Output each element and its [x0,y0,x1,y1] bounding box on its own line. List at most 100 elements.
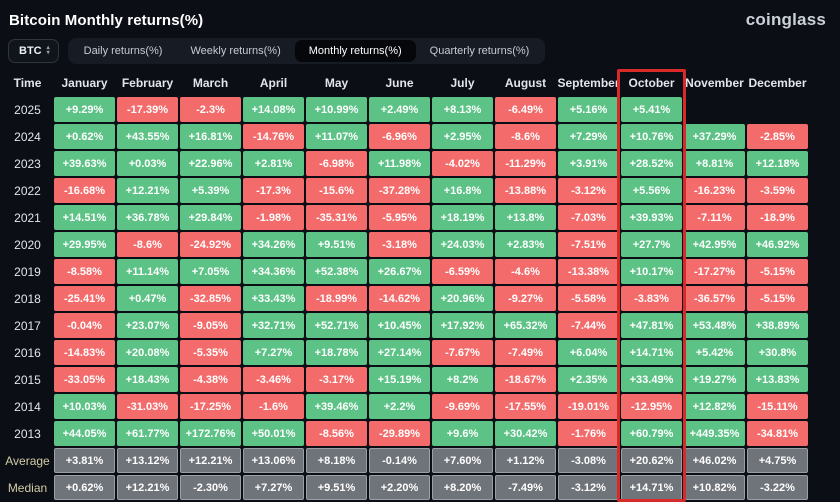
return-cell-median-december: -3.22% [747,475,808,500]
return-cell-2016-june: +27.14% [369,340,430,365]
table-row-2023: 2023 +39.63% +0.03% +22.96% +2.81% -6.98% +11.… [1,151,840,176]
return-cell-2024-september: +7.29% [558,124,619,149]
return-cell-2018-march: -32.85% [180,286,241,311]
return-cell-2023-november: +8.81% [684,151,745,176]
return-cell-2021-october: +39.93% [621,205,682,230]
return-cell-2020-june: -3.18% [369,232,430,257]
return-cell-2016-december: +30.8% [747,340,808,365]
row-label-2018: 2018 [14,291,41,306]
return-cell-2017-december: +38.89% [747,313,808,338]
column-header-march: March [192,76,229,90]
return-cell-2023-april: +2.81% [243,151,304,176]
return-cell-2020-february: -8.6% [117,232,178,257]
return-cell-2021-january: +14.51% [54,205,115,230]
return-cell-average-december: +4.75% [747,448,808,473]
return-cell-2017-january: -0.04% [54,313,115,338]
return-cell-2023-june: +11.98% [369,151,430,176]
return-cell-2013-june: -29.89% [369,421,430,446]
table-row-2019: 2019 -8.58% +11.14% +7.05% +34.36% +52.38% +26… [1,259,840,284]
return-cell-2022-august: -13.88% [495,178,556,203]
return-cell-average-january: +3.81% [54,448,115,473]
return-cell-average-september: -3.08% [558,448,619,473]
table-row-2025: 2025 +9.29% -17.39% -2.3% +14.08% +10.99% +2.4… [1,97,840,122]
return-cell-2021-july: +18.19% [432,205,493,230]
return-cell-average-april: +13.06% [243,448,304,473]
return-cell-2016-july: -7.67% [432,340,493,365]
return-cell-2020-august: +2.83% [495,232,556,257]
return-cell-2014-september: -19.01% [558,394,619,419]
row-label-2017: 2017 [14,318,41,333]
bitcoin-monthly-returns-widget: Bitcoin Monthly returns(%) coinglass BTC… [0,0,840,502]
return-cell-2023-august: -11.29% [495,151,556,176]
column-header-november: November [685,76,744,90]
return-cell-2019-february: +11.14% [117,259,178,284]
return-cell-2025-may: +10.99% [306,97,367,122]
return-cell-2018-august: -9.27% [495,286,556,311]
table-row-average: Average +3.81% +13.12% +12.21% +13.06% +8.18%… [1,448,840,473]
return-cell-2025-april: +14.08% [243,97,304,122]
return-cell-2023-october: +28.52% [621,151,682,176]
table-row-2021: 2021 +14.51% +36.78% +29.84% -1.98% -35.31% -5… [1,205,840,230]
page-title: Bitcoin Monthly returns(%) [9,11,204,29]
column-header-time: Time [13,76,42,90]
return-cell-2017-june: +10.45% [369,313,430,338]
table-row-2016: 2016 -14.83% +20.08% -5.35% +7.27% +18.78% +27… [1,340,840,365]
coin-select-chevrons-icon: ▴ ▾ [47,45,50,56]
return-cell-2023-july: -4.02% [432,151,493,176]
return-cell-2024-december: -2.85% [747,124,808,149]
table-row-2020: 2020 +29.95% -8.6% -24.92% +34.26% +9.51% -3.1… [1,232,840,257]
return-cell-2018-may: -18.99% [306,286,367,311]
return-cell-2024-august: -8.6% [495,124,556,149]
return-cell-2021-november: -7.11% [684,205,745,230]
return-cell-2024-november: +37.29% [684,124,745,149]
return-cell-2017-august: +65.32% [495,313,556,338]
return-cell-2014-april: -1.6% [243,394,304,419]
return-cell-2021-september: -7.03% [558,205,619,230]
return-cell-2020-january: +29.95% [54,232,115,257]
return-cell-2024-april: -14.76% [243,124,304,149]
return-cell-2025-june: +2.49% [369,97,430,122]
return-cell-2015-march: -4.38% [180,367,241,392]
table-row-2014: 2014 +10.03% -31.03% -17.25% -1.6% +39.46% +2.… [1,394,840,419]
tab-weekly-returns[interactable]: Weekly returns(%) [176,40,294,62]
tab-daily-returns[interactable]: Daily returns(%) [70,40,177,62]
row-label-2013: 2013 [14,426,41,441]
return-cell-2015-september: +2.35% [558,367,619,392]
return-cell-2019-june: +26.67% [369,259,430,284]
return-cell-2013-august: +30.42% [495,421,556,446]
return-cell-2020-july: +24.03% [432,232,493,257]
table-row-2024: 2024 +0.62% +43.55% +16.81% -14.76% +11.07% -6… [1,124,840,149]
return-cell-2025-october: +5.41% [621,97,682,122]
return-cell-2014-december: -15.11% [747,394,808,419]
table-header-row: Time January February March April May June Jul… [1,71,840,95]
return-cell-2016-march: -5.35% [180,340,241,365]
return-cell-2025-january: +9.29% [54,97,115,122]
return-cell-2017-may: +52.71% [306,313,367,338]
return-cell-2025-december [747,97,808,122]
return-cell-median-august: -7.49% [495,475,556,500]
return-cell-2025-february: -17.39% [117,97,178,122]
return-cell-2014-november: +12.82% [684,394,745,419]
tab-monthly-returns[interactable]: Monthly returns(%) [294,40,416,62]
return-cell-average-may: +8.18% [306,448,367,473]
return-cell-2016-april: +7.27% [243,340,304,365]
return-cell-2014-october: -12.95% [621,394,682,419]
return-cell-2017-april: +32.71% [243,313,304,338]
return-cell-2023-march: +22.96% [180,151,241,176]
return-cell-2022-july: +16.8% [432,178,493,203]
return-cell-2018-january: -25.41% [54,286,115,311]
return-cell-2019-august: -4.6% [495,259,556,284]
coin-selector[interactable]: BTC ▴ ▾ [8,39,59,63]
return-cell-2022-november: -16.23% [684,178,745,203]
return-cell-2022-april: -17.3% [243,178,304,203]
return-cell-average-march: +12.21% [180,448,241,473]
return-cell-2022-september: -3.12% [558,178,619,203]
return-cell-2020-october: +27.7% [621,232,682,257]
table-row-2015: 2015 -33.05% +18.43% -4.38% -3.46% -3.17% +15.… [1,367,840,392]
column-header-july: July [450,76,475,90]
return-cell-2016-may: +18.78% [306,340,367,365]
return-cell-average-august: +1.12% [495,448,556,473]
return-cell-2014-february: -31.03% [117,394,178,419]
tab-quarterly-returns[interactable]: Quarterly returns(%) [416,40,544,62]
return-cell-2019-november: -17.27% [684,259,745,284]
